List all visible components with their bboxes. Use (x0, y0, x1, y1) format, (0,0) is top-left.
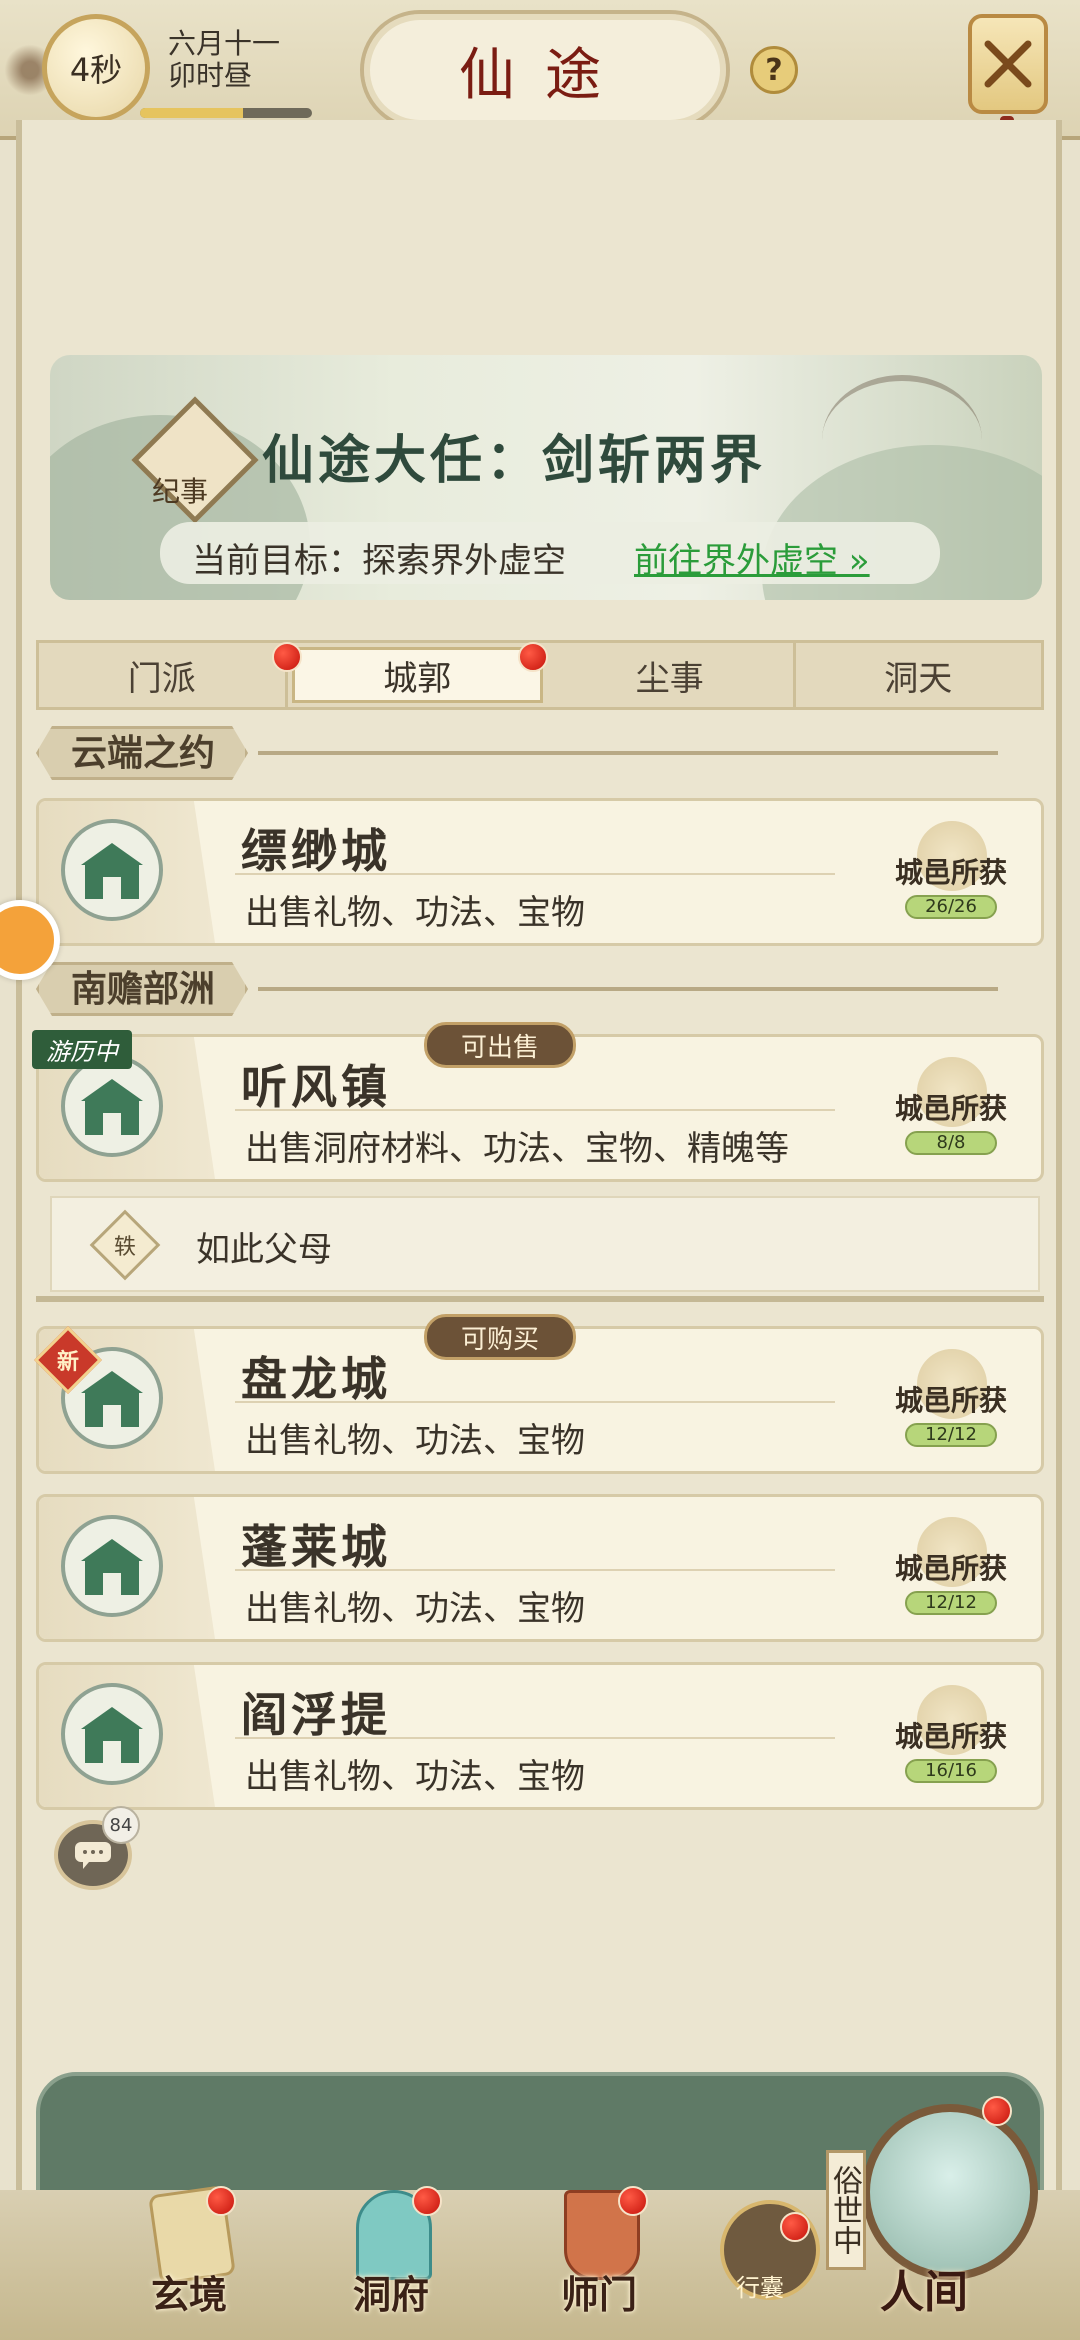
tab-label: 尘事 (635, 658, 704, 699)
city-card[interactable]: 蓬莱城 出售礼物、功法、宝物 城邑所获 12/12 (36, 1494, 1044, 1642)
tab-grotto[interactable]: 洞天 (796, 643, 1042, 707)
card-divider (235, 1569, 835, 1571)
chevron-right-icon: » (838, 541, 870, 581)
city-reward[interactable]: 城邑所获 12/12 (891, 1349, 1011, 1459)
card-divider (235, 1737, 835, 1739)
tab-label: 洞天 (884, 658, 953, 699)
city-name: 蓬莱城 (241, 1520, 391, 1574)
date-day: 六月十一 (168, 27, 281, 60)
city-card[interactable]: 阎浮提 出售礼物、功法、宝物 城邑所获 16/16 (36, 1662, 1044, 1810)
notification-dot (206, 2186, 236, 2216)
reward-count: 8/8 (905, 1131, 997, 1155)
notification-dot (982, 2096, 1012, 2126)
timer-text: 4秒 (69, 51, 123, 89)
tab-affairs[interactable]: 尘事 (547, 643, 796, 707)
event-item[interactable]: 轶 如此父母 (50, 1196, 1040, 1292)
city-name: 听风镇 (241, 1060, 391, 1114)
card-divider (235, 873, 835, 875)
city-description: 出售礼物、功法、宝物 (245, 1421, 585, 1461)
tab-sect[interactable]: 门派 (39, 643, 288, 707)
city-gate-icon (61, 1055, 163, 1157)
reward-count: 12/12 (905, 1423, 997, 1447)
tab-city[interactable]: 城郭 (291, 647, 543, 703)
section-header: 云端之约 (36, 726, 999, 780)
city-gate-icon (61, 1515, 163, 1617)
reward-label: 城邑所获 (894, 1720, 1007, 1753)
city-reward[interactable]: 城邑所获 8/8 (891, 1057, 1011, 1167)
game-date: 六月十一 卯时昼 (168, 28, 280, 92)
event-text: 如此父母 (196, 1230, 332, 1270)
city-description: 出售礼物、功法、宝物 (245, 893, 585, 933)
city-name: 阎浮提 (241, 1688, 391, 1742)
realm-status-tag: 俗世中 (826, 2150, 866, 2270)
card-divider (235, 1109, 835, 1111)
goal-link-text: 前往界外虚空 (634, 541, 838, 581)
nav-label: 师门 (560, 2272, 637, 2317)
sellable-tag: 可出售 (424, 1022, 577, 1068)
anecdote-icon: 轶 (89, 1209, 161, 1281)
realm-label: 人间 (880, 2267, 968, 2318)
city-name: 缥缈城 (241, 824, 391, 878)
notification-dot (518, 642, 548, 672)
notification-dot (780, 2212, 810, 2242)
goal-link[interactable]: 前往界外虚空 » (634, 533, 870, 582)
reward-count: 12/12 (905, 1591, 997, 1615)
traveling-badge: 游历中 (32, 1030, 132, 1069)
reward-label: 城邑所获 (894, 1092, 1007, 1125)
notification-dot (618, 2186, 648, 2216)
tree-decoration (822, 375, 982, 505)
page-title: 仙途 (360, 10, 730, 130)
anecdote-icon-text: 轶 (113, 1235, 136, 1260)
chat-unread-count: 84 (102, 1806, 140, 1844)
notification-dot (272, 642, 302, 672)
city-reward[interactable]: 城邑所获 26/26 (891, 821, 1011, 931)
city-name: 盘龙城 (241, 1352, 391, 1406)
emblem-label: 纪事 (152, 475, 209, 508)
tab-label: 城郭 (383, 658, 452, 699)
nav-label: 玄境 (150, 2272, 227, 2317)
chat-bubble-icon (75, 1842, 111, 1869)
notification-dot (412, 2186, 442, 2216)
reward-count: 26/26 (905, 895, 997, 919)
city-gate-icon (61, 819, 163, 921)
section-divider (258, 987, 999, 991)
quest-title: 仙途大任：剑斩两界 (262, 430, 767, 491)
card-divider (235, 1401, 835, 1403)
time-progress-bar (140, 108, 312, 118)
section-title: 南赡部洲 (36, 962, 248, 1016)
date-time: 卯时昼 (168, 59, 253, 92)
help-button[interactable]: ? (750, 46, 798, 94)
buyable-tag: 可购买 (424, 1314, 577, 1360)
reward-count: 16/16 (905, 1759, 997, 1783)
city-reward[interactable]: 城邑所获 12/12 (891, 1517, 1011, 1627)
close-button[interactable] (968, 14, 1048, 114)
city-gate-icon (61, 1683, 163, 1785)
countdown-timer: 4秒 (42, 14, 150, 122)
city-card[interactable]: 缥缈城 出售礼物、功法、宝物 城邑所获 26/26 (36, 798, 1044, 946)
reward-label: 城邑所获 (894, 856, 1007, 889)
section-title: 云端之约 (36, 726, 248, 780)
crossed-swords-icon (984, 40, 1032, 88)
realm-button[interactable] (862, 2104, 1038, 2280)
city-description: 出售礼物、功法、宝物 (245, 1589, 585, 1629)
tab-label: 门派 (127, 658, 196, 699)
list-divider (36, 1296, 1044, 1302)
nav-label: 洞府 (352, 2272, 429, 2317)
reward-label: 城邑所获 (894, 1552, 1007, 1585)
time-progress-fill (140, 108, 244, 118)
city-reward[interactable]: 城邑所获 16/16 (891, 1685, 1011, 1795)
section-divider (258, 751, 999, 755)
reward-label: 城邑所获 (894, 1384, 1007, 1417)
city-description: 出售礼物、功法、宝物 (245, 1757, 585, 1797)
goal-label: 当前目标：探索界外虚空 (192, 541, 566, 581)
bag-label: 行囊 (736, 2274, 784, 2302)
section-header: 南赡部洲 (36, 962, 999, 1016)
new-badge-text: 新 (56, 1350, 79, 1375)
city-description: 出售洞府材料、功法、宝物、精魄等 (245, 1129, 789, 1169)
